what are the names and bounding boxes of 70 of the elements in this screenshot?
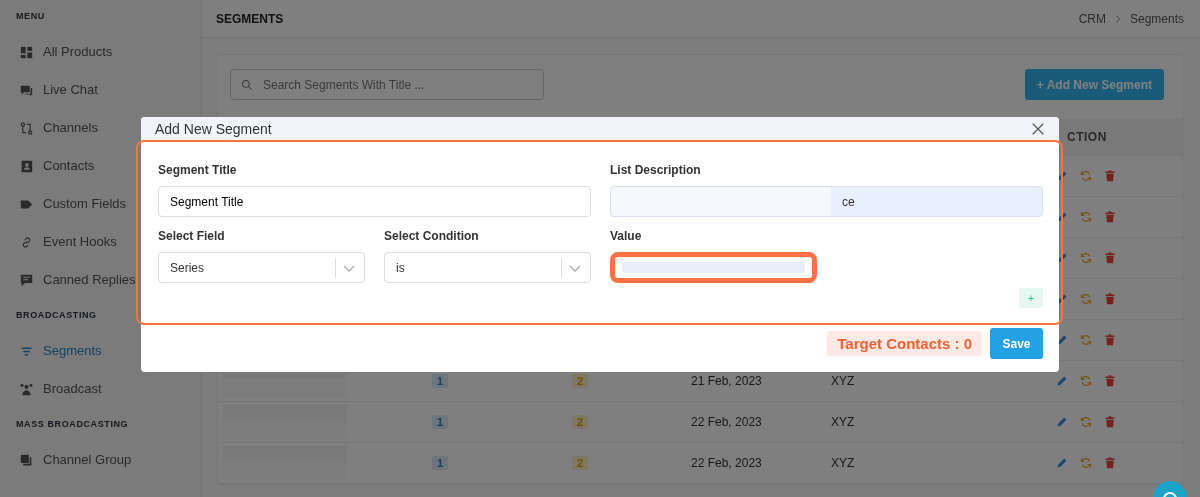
search-icon bbox=[241, 79, 253, 91]
edit-icon[interactable] bbox=[1056, 334, 1068, 346]
count-badge: 1 bbox=[432, 415, 449, 429]
close-icon[interactable] bbox=[1031, 122, 1045, 136]
field-label: Value bbox=[610, 229, 643, 243]
refresh-icon[interactable] bbox=[1080, 457, 1092, 469]
section-heading: BROADCASTING bbox=[16, 309, 98, 322]
input-field[interactable]: ce bbox=[610, 186, 1043, 217]
table-cell-text: XYZ bbox=[830, 414, 856, 431]
date-cell-text: 22 Feb, 2023 bbox=[690, 414, 763, 431]
input-field[interactable]: Segment Title bbox=[158, 186, 591, 217]
refresh-icon[interactable] bbox=[1080, 252, 1092, 264]
save-button[interactable]: Save bbox=[990, 328, 1043, 359]
tag-icon bbox=[20, 197, 33, 211]
breadcrumb-item: Segments bbox=[1129, 10, 1184, 28]
target-contacts-badge: Target Contacts : 0 bbox=[827, 331, 982, 356]
refresh-icon[interactable] bbox=[1080, 375, 1092, 387]
input-field[interactable] bbox=[610, 252, 817, 283]
select-dropdown[interactable]: is bbox=[384, 252, 591, 283]
trash-icon[interactable] bbox=[1104, 170, 1116, 182]
count-badge: 1 bbox=[432, 456, 449, 470]
count-badge: 2 bbox=[572, 415, 589, 429]
sidebar-item[interactable]: Channel Group bbox=[16, 441, 201, 479]
refresh-icon[interactable] bbox=[1080, 170, 1092, 182]
field-value: ce bbox=[842, 193, 855, 211]
column-header: CTION bbox=[1066, 129, 1108, 146]
refresh-icon[interactable] bbox=[1080, 416, 1092, 428]
field-label: List Description bbox=[610, 163, 702, 177]
refresh-icon[interactable] bbox=[1080, 334, 1092, 346]
trash-icon[interactable] bbox=[1104, 252, 1116, 264]
date-cell-text: 22 Feb, 2023 bbox=[690, 455, 763, 472]
trash-icon[interactable] bbox=[1104, 293, 1116, 305]
table-cell-text: XYZ bbox=[830, 455, 856, 472]
trash-icon[interactable] bbox=[1104, 375, 1116, 387]
field-label: Segment Title bbox=[158, 163, 238, 177]
sidebar-item[interactable]: All Products bbox=[16, 33, 201, 71]
chat-icon bbox=[20, 83, 33, 97]
add-condition-button[interactable]: + bbox=[1019, 288, 1043, 308]
trash-icon[interactable] bbox=[1104, 457, 1116, 469]
people-icon bbox=[20, 382, 33, 396]
refresh-icon[interactable] bbox=[1080, 293, 1092, 305]
count-badge: 2 bbox=[572, 374, 589, 388]
section-heading: MENU bbox=[16, 10, 46, 23]
table-cell-text: XYZ bbox=[830, 373, 856, 390]
chevron-icon bbox=[1113, 14, 1122, 23]
page-title: SEGMENTS bbox=[216, 10, 284, 28]
trash-icon[interactable] bbox=[1104, 416, 1116, 428]
sidebar-item[interactable]: Broadcast bbox=[16, 370, 201, 408]
stack-icon bbox=[20, 453, 33, 467]
add-segment-button[interactable]: + Add New Segment bbox=[1024, 69, 1164, 100]
message-icon bbox=[20, 273, 33, 287]
trash-icon[interactable] bbox=[1104, 334, 1116, 346]
arrows-icon bbox=[20, 121, 33, 135]
date-cell-text: 21 Feb, 2023 bbox=[690, 373, 763, 390]
section-heading: MASS BROADCASTING bbox=[16, 418, 130, 431]
select-dropdown[interactable]: Series bbox=[158, 252, 365, 283]
refresh-icon[interactable] bbox=[1080, 211, 1092, 223]
sidebar-item[interactable]: Segments bbox=[16, 332, 201, 370]
count-badge: 2 bbox=[572, 456, 589, 470]
contact-card-icon bbox=[20, 159, 33, 173]
breadcrumb-item[interactable]: CRM bbox=[1078, 9, 1106, 28]
count-badge: 1 bbox=[432, 374, 449, 388]
modal-title: Add New Segment bbox=[155, 119, 272, 139]
search-field[interactable]: Search Segments With Title ... bbox=[230, 69, 544, 100]
trash-icon[interactable] bbox=[1104, 211, 1116, 223]
link-icon bbox=[20, 235, 33, 249]
field-label: Select Condition bbox=[384, 229, 480, 243]
grid-icon bbox=[20, 45, 33, 59]
field-label: Select Field bbox=[158, 229, 226, 243]
sidebar-item[interactable]: Live Chat bbox=[16, 71, 201, 109]
